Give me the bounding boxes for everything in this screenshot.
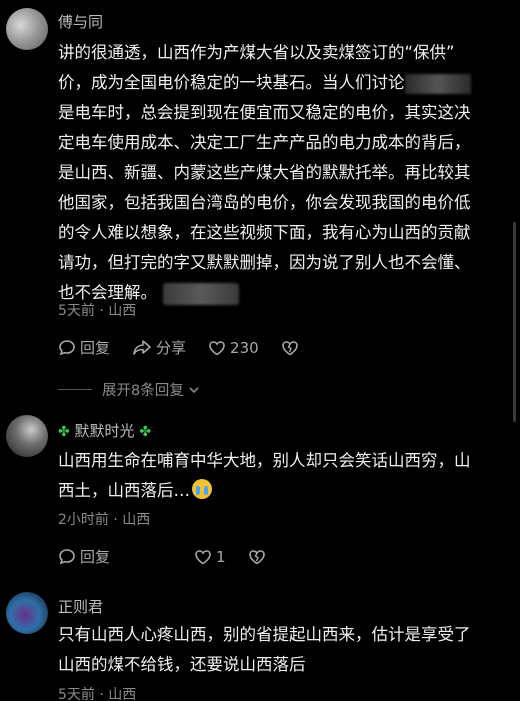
divider — [58, 389, 92, 390]
redacted-text — [404, 73, 471, 94]
comment-line: 讲的很通透，山西作为产煤大省以及卖煤签订的“保供” — [58, 43, 455, 62]
crying-emoji-icon — [192, 479, 212, 499]
broken-heart-icon — [281, 340, 298, 355]
comment-actions: 回复 1 — [58, 546, 292, 567]
comment-line: 请功，但打完的字又默默删掉，因为说了别人也不会懂、 — [58, 253, 471, 272]
share-arrow-icon — [133, 339, 151, 355]
avatar[interactable] — [6, 8, 48, 50]
comment-bubble-icon — [59, 548, 75, 564]
scrollbar[interactable] — [513, 222, 516, 422]
clover-icon: ✤ — [139, 424, 152, 440]
reply-label: 回复 — [80, 339, 111, 357]
comment-line: 山西用生命在哺育中华大地，别人却只会笑话山西穷，山 — [58, 451, 471, 470]
heart-icon — [209, 340, 225, 355]
comment-line: 他国家，包括我国台湾岛的电价，你会发现我国的电价低 — [58, 193, 471, 212]
chevron-down-icon — [189, 386, 199, 393]
dislike-button[interactable] — [248, 548, 270, 566]
expand-label: 展开8条回复 — [102, 383, 184, 399]
comment-meta: 2小时前 · 山西 — [58, 512, 151, 528]
broken-heart-icon — [248, 549, 265, 564]
comment-username[interactable]: ✤ 默默时光 ✤ — [58, 420, 151, 441]
comment-username[interactable]: 正则君 — [58, 596, 103, 617]
reply-button[interactable]: 回复 — [58, 337, 110, 358]
avatar[interactable] — [6, 415, 48, 457]
comment-line: 山西的煤不给钱，还要说山西落后 — [58, 655, 306, 674]
expand-replies-button[interactable]: 展开8条回复 — [58, 379, 201, 400]
heart-icon — [195, 549, 211, 564]
comment-line: 西土，山西落后… — [58, 476, 500, 506]
comment-text: 只有山西人心疼山西，别的省提起山西来，估计是享受了 山西的煤不给钱，还要说山西落… — [58, 620, 500, 680]
avatar[interactable] — [6, 592, 48, 634]
comment-list: 傅与同 讲的很通透，山西作为产煤大省以及卖煤签订的“保供” 价，成为全国电价稳定… — [0, 0, 520, 701]
like-button[interactable]: 230 — [208, 339, 259, 357]
comment-line: 的令人难以想象，在这些视频下面，我有心为山西的贡献 — [58, 223, 471, 242]
comment-username[interactable]: 傅与同 — [58, 11, 103, 32]
comment-meta: 5天前 · 山西 — [58, 687, 137, 701]
comment-line: 价，成为全国电价稳定的一块基石。当人们讨论 — [58, 68, 500, 98]
reply-button[interactable]: 回复 — [58, 546, 110, 567]
comment-line: 是电车时，总会提到现在便宜而又稳定的电价，其实这决 — [58, 103, 471, 122]
share-button[interactable]: 分享 — [132, 337, 186, 358]
comment-text: 讲的很通透，山西作为产煤大省以及卖煤签订的“保供” 价，成为全国电价稳定的一块基… — [58, 38, 500, 308]
like-button[interactable]: 1 — [194, 548, 226, 566]
comment-line: 只有山西人心疼山西，别的省提起山西来，估计是享受了 — [58, 625, 471, 644]
comment-bubble-icon — [59, 339, 75, 355]
redacted-sticker — [163, 282, 239, 305]
like-count: 230 — [230, 338, 259, 357]
clover-icon: ✤ — [58, 424, 70, 440]
share-label: 分享 — [156, 339, 187, 357]
comment-meta: 5天前 · 山西 — [58, 303, 137, 319]
comment-line: 定电车使用成本、决定工厂生产产品的电力成本的背后， — [58, 133, 471, 152]
like-count: 1 — [216, 547, 226, 566]
comment-line: 是山西、新疆、内蒙这些产煤大省的默默托举。再比较其 — [58, 163, 471, 182]
reply-label: 回复 — [80, 548, 111, 566]
dislike-button[interactable] — [281, 339, 303, 357]
comment-text: 山西用生命在哺育中华大地，别人却只会笑话山西穷，山 西土，山西落后… — [58, 446, 500, 506]
comment-actions: 回复 分享 230 — [58, 337, 325, 358]
